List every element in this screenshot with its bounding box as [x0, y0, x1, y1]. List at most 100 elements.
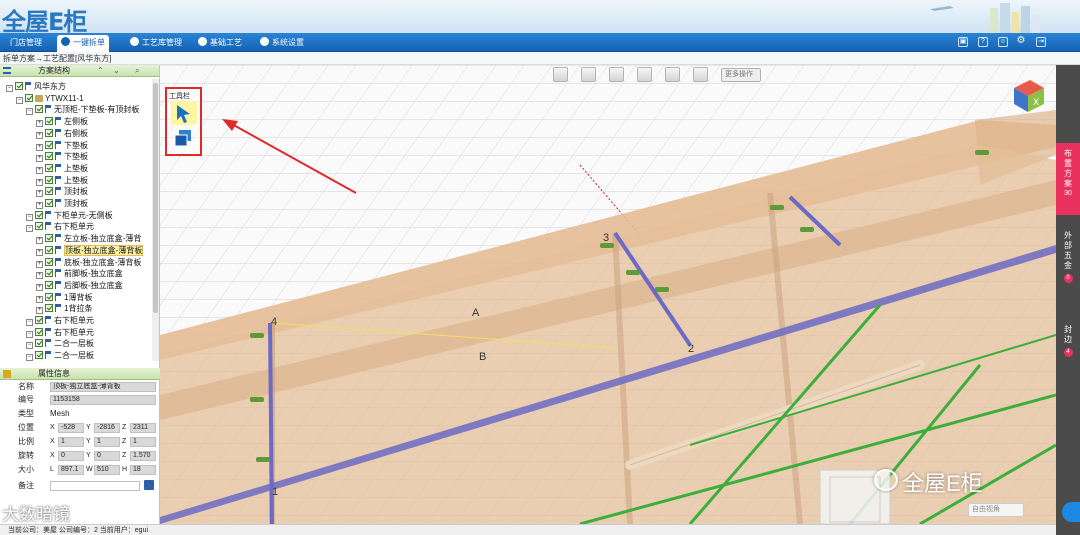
- checkbox[interactable]: [45, 152, 53, 161]
- tree-node-part[interactable]: + 下垫板: [36, 140, 88, 151]
- tree-node-unit[interactable]: − 右下柜单元: [26, 327, 94, 338]
- logout-icon[interactable]: ⇥: [1036, 37, 1046, 47]
- expand-toggle-icon[interactable]: −: [26, 213, 33, 221]
- tree-node-part[interactable]: + 上垫板: [36, 163, 88, 174]
- tree-node-part[interactable]: + 顶封板: [36, 186, 88, 198]
- expand-toggle-icon[interactable]: −: [26, 354, 33, 361]
- checkbox[interactable]: [45, 304, 53, 313]
- checkbox[interactable]: [15, 82, 23, 90]
- scale-x-field[interactable]: 1: [58, 437, 84, 447]
- checkbox[interactable]: [45, 257, 53, 266]
- checkbox[interactable]: [45, 292, 53, 301]
- rotation-x-field[interactable]: 0: [58, 451, 84, 461]
- tree-node-unit[interactable]: − 右下柜单元: [26, 315, 94, 326]
- tab-basic-process[interactable]: 基础工艺: [194, 35, 246, 50]
- tab-one-click-split[interactable]: 一键拆单: [57, 35, 109, 52]
- tree-scrollbar[interactable]: [152, 79, 159, 361]
- checkbox[interactable]: [35, 316, 43, 324]
- expand-toggle-icon[interactable]: −: [26, 330, 33, 338]
- expand-toggle-icon[interactable]: +: [36, 143, 43, 151]
- camera-view-select[interactable]: 自由视角: [968, 503, 1024, 517]
- expand-toggle-icon[interactable]: −: [26, 342, 33, 350]
- tree-node-part[interactable]: + 顶板-独立底盒-薄背板: [36, 244, 144, 256]
- 3d-viewport[interactable]: 1 2 3 4 A B 更多操作 工具栏 X 自由视角 全屋E柜: [160, 65, 1056, 524]
- cabinet-3d-scene[interactable]: 1 2 3 4 A B: [160, 65, 1056, 524]
- tab-store-management[interactable]: 门店管理: [6, 35, 46, 50]
- tree-node-part[interactable]: + 右侧板: [36, 128, 88, 139]
- position-x-field[interactable]: -528: [58, 423, 84, 433]
- expand-toggle-icon[interactable]: −: [26, 225, 33, 233]
- pointer-tool-icon[interactable]: [171, 101, 197, 125]
- view-cube-icon[interactable]: X: [1010, 78, 1046, 114]
- checkbox[interactable]: [35, 105, 43, 114]
- collapse-all-icon[interactable]: ⌃: [97, 65, 104, 77]
- position-y-field[interactable]: -2816: [94, 423, 120, 433]
- expand-toggle-icon[interactable]: +: [36, 260, 43, 268]
- gear-icon[interactable]: ⚙: [1016, 36, 1026, 47]
- tree-node-unit[interactable]: − 二合一层板: [26, 338, 94, 350]
- tree-node-part[interactable]: + 底板-独立底盒-薄背板: [36, 257, 141, 268]
- code-field[interactable]: 1153158: [50, 395, 156, 405]
- external-hardware-tab[interactable]: 外部五金 0: [1056, 231, 1080, 291]
- tree-node-part[interactable]: + 左立板-独立底盒-薄背: [36, 233, 141, 245]
- view-home-icon[interactable]: [553, 67, 568, 82]
- size-w-field[interactable]: 510: [94, 465, 120, 475]
- expand-toggle-icon[interactable]: +: [36, 190, 43, 198]
- tree-node-unit[interactable]: − 二合一层板: [26, 350, 94, 361]
- checkbox[interactable]: [45, 117, 53, 126]
- position-z-field[interactable]: 2311: [130, 423, 156, 433]
- help-icon[interactable]: ?: [978, 37, 988, 47]
- tree-node-unit[interactable]: − 右下柜单元: [26, 221, 94, 233]
- tab-system-settings[interactable]: 系统设置: [256, 35, 308, 50]
- expand-toggle-icon[interactable]: −: [26, 108, 33, 116]
- scale-y-field[interactable]: 1: [94, 437, 120, 447]
- checkbox[interactable]: [45, 269, 53, 278]
- expand-toggle-icon[interactable]: +: [36, 307, 43, 315]
- expand-toggle-icon[interactable]: +: [36, 178, 43, 186]
- name-field[interactable]: 顶板-独立底盒-薄背板: [50, 382, 156, 392]
- tree-node-cabinet[interactable]: − YTWX11-1: [16, 93, 84, 104]
- scroll-top-button[interactable]: [1062, 502, 1080, 522]
- tree-node-root[interactable]: − 风华东方: [6, 81, 66, 92]
- checkbox[interactable]: [45, 280, 53, 289]
- checkbox[interactable]: [35, 327, 43, 336]
- note-field[interactable]: [50, 481, 140, 491]
- edge-banding-tab[interactable]: 封边 4: [1056, 325, 1080, 365]
- view-front-icon[interactable]: [637, 67, 652, 82]
- checkbox[interactable]: [45, 140, 53, 149]
- tree-node-part[interactable]: +1薄背板: [36, 292, 92, 303]
- view-explode-icon[interactable]: [693, 67, 708, 82]
- tree-node-part[interactable]: + 下垫板: [36, 151, 88, 163]
- tree-node-part[interactable]: + 上垫板: [36, 175, 88, 186]
- tree-node-part[interactable]: + 后脚板-独立底盒: [36, 280, 123, 291]
- copy-tool-icon[interactable]: [171, 127, 197, 149]
- checkbox[interactable]: [45, 187, 53, 196]
- screenshot-icon[interactable]: ▣: [958, 37, 968, 47]
- tree-node-unit[interactable]: − 下柜单元-无侧板: [26, 210, 113, 221]
- expand-toggle-icon[interactable]: +: [36, 283, 43, 291]
- checkbox[interactable]: [35, 210, 43, 219]
- checkbox[interactable]: [45, 163, 53, 172]
- tree-node-unit[interactable]: − 无顶柜-下垫板-有顶封板: [26, 104, 139, 116]
- size-l-field[interactable]: 897.1: [58, 465, 84, 475]
- expand-toggle-icon[interactable]: +: [36, 295, 43, 303]
- view-fit-icon[interactable]: [665, 67, 680, 82]
- expand-toggle-icon[interactable]: +: [36, 131, 43, 139]
- save-icon[interactable]: [144, 480, 154, 490]
- rotation-y-field[interactable]: 0: [94, 451, 120, 461]
- checkbox[interactable]: [35, 222, 43, 231]
- search-icon[interactable]: ⌕: [135, 65, 139, 77]
- tree-node-part[interactable]: + 顶封板: [36, 198, 88, 209]
- expand-toggle-icon[interactable]: −: [26, 319, 33, 326]
- checkbox[interactable]: [35, 351, 43, 360]
- checkbox[interactable]: [45, 199, 53, 207]
- checkbox[interactable]: [35, 339, 43, 348]
- checkbox[interactable]: [45, 128, 53, 137]
- expand-toggle-icon[interactable]: +: [36, 237, 43, 245]
- checkbox[interactable]: [45, 245, 53, 254]
- user-icon[interactable]: ☺: [998, 37, 1008, 47]
- tree-node-part[interactable]: + 前脚板-独立底盒: [36, 268, 123, 280]
- tree-node-part[interactable]: + 左侧板: [36, 116, 88, 128]
- expand-toggle-icon[interactable]: +: [36, 155, 43, 163]
- expand-toggle-icon[interactable]: +: [36, 202, 43, 209]
